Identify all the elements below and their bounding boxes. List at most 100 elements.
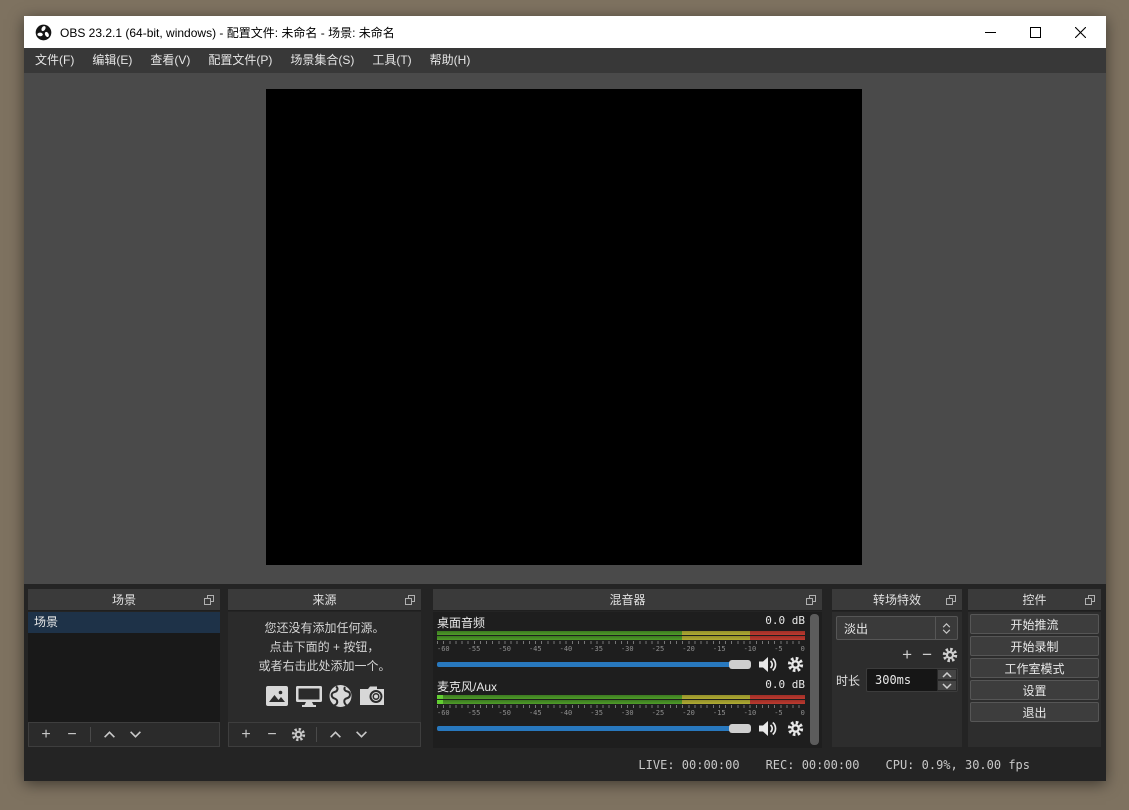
duration-spinbox[interactable]: 300ms	[866, 668, 958, 692]
mixer-panel: 混音器 桌面音频 0.0 dB -60-55-50-45-40-35-30-25…	[433, 589, 822, 748]
sources-empty-area[interactable]: 您还没有添加任何源。 点击下面的 + 按钮， 或者右击此处添加一个。	[228, 612, 421, 722]
duration-label: 时长	[836, 672, 866, 689]
maximize-button[interactable]	[1013, 16, 1058, 48]
add-scene-button[interactable]: +	[34, 724, 58, 746]
obs-window: OBS 23.2.1 (64-bit, windows) - 配置文件: 未命名…	[24, 16, 1106, 781]
duration-value[interactable]: 300ms	[867, 673, 937, 687]
menu-file[interactable]: 文件(F)	[26, 48, 83, 73]
scenes-list[interactable]: 场景	[28, 612, 220, 722]
mixer-panel-header[interactable]: 混音器	[433, 589, 822, 611]
move-scene-up-button[interactable]	[97, 724, 121, 746]
add-source-button[interactable]: +	[234, 724, 258, 746]
volume-slider[interactable]	[437, 724, 751, 733]
combo-arrows-icon[interactable]	[935, 617, 957, 639]
scenes-panel: 场景 场景 + −	[28, 589, 220, 747]
mixer-channel-desktop-audio: 桌面音频 0.0 dB -60-55-50-45-40-35-30-25-20-…	[437, 614, 805, 674]
remove-source-button[interactable]: −	[260, 724, 284, 746]
transitions-panel-header[interactable]: 转场特效	[832, 589, 962, 611]
preview-canvas[interactable]	[266, 89, 862, 565]
channel-name: 桌面音频	[437, 614, 485, 630]
transition-select[interactable]: 淡出	[836, 616, 958, 640]
gear-icon[interactable]	[787, 720, 807, 737]
scenes-panel-header[interactable]: 场景	[28, 589, 220, 611]
scenes-panel-title: 场景	[112, 591, 136, 608]
sources-panel-header[interactable]: 来源	[228, 589, 421, 611]
toolbar-separator	[316, 727, 317, 742]
speaker-icon[interactable]	[758, 656, 778, 673]
obs-logo-icon	[35, 24, 52, 41]
add-transition-button[interactable]: +	[902, 645, 912, 665]
start-recording-button[interactable]: 开始录制	[970, 636, 1099, 656]
status-bar: LIVE: 00:00:00 REC: 00:00:00 CPU: 0.9%, …	[24, 755, 1106, 775]
move-source-up-button[interactable]	[323, 724, 347, 746]
duration-decrease-button[interactable]	[937, 680, 957, 691]
meter-scale-tick: -25	[652, 709, 665, 717]
meter-scale: -60-55-50-45-40-35-30-25-20-15-10-50	[437, 645, 805, 653]
meter-scale-tick: -10	[744, 645, 757, 653]
gear-icon[interactable]	[787, 656, 807, 673]
float-dock-icon[interactable]	[405, 595, 415, 605]
image-source-icon	[263, 683, 291, 709]
float-dock-icon[interactable]	[204, 595, 214, 605]
channel-db-value: 0.0 dB	[765, 678, 805, 694]
menu-scene-collection[interactable]: 场景集合(S)	[281, 48, 363, 73]
volume-slider-handle[interactable]	[729, 660, 751, 669]
transition-properties-gear-icon[interactable]	[942, 647, 958, 663]
close-button[interactable]	[1058, 16, 1103, 48]
globe-source-icon	[327, 683, 354, 709]
live-time: LIVE: 00:00:00	[638, 758, 739, 772]
remove-scene-button[interactable]: −	[60, 724, 84, 746]
menu-help[interactable]: 帮助(H)	[421, 48, 480, 73]
scene-list-item[interactable]: 场景	[28, 612, 220, 633]
meter-scale-tick: -25	[652, 645, 665, 653]
meter-scale-tick: -45	[529, 709, 542, 717]
title-bar[interactable]: OBS 23.2.1 (64-bit, windows) - 配置文件: 未命名…	[24, 16, 1106, 48]
transitions-panel-title: 转场特效	[873, 591, 921, 608]
settings-button[interactable]: 设置	[970, 680, 1099, 700]
meter-scale-tick: -10	[744, 709, 757, 717]
mixer-body: 桌面音频 0.0 dB -60-55-50-45-40-35-30-25-20-…	[433, 612, 822, 748]
sources-empty-line: 或者右击此处添加一个。	[228, 657, 421, 676]
window-title: OBS 23.2.1 (64-bit, windows) - 配置文件: 未命名…	[60, 24, 395, 41]
mixer-panel-title: 混音器	[609, 591, 645, 608]
mixer-scrollbar[interactable]	[810, 614, 819, 745]
volume-slider-track[interactable]	[437, 662, 751, 667]
menu-tools[interactable]: 工具(T)	[363, 48, 420, 73]
start-streaming-button[interactable]: 开始推流	[970, 614, 1099, 634]
meter-scale: -60-55-50-45-40-35-30-25-20-15-10-50	[437, 709, 805, 717]
meter-scale-tick: -30	[621, 645, 634, 653]
menu-view[interactable]: 查看(V)	[141, 48, 199, 73]
rec-time: REC: 00:00:00	[766, 758, 860, 772]
duration-increase-button[interactable]	[937, 669, 957, 680]
menu-bar: 文件(F) 编辑(E) 查看(V) 配置文件(P) 场景集合(S) 工具(T) …	[24, 48, 1106, 73]
controls-panel-header[interactable]: 控件	[968, 589, 1101, 611]
float-dock-icon[interactable]	[806, 595, 816, 605]
sources-empty-line: 点击下面的 + 按钮，	[228, 638, 421, 657]
volume-slider-track[interactable]	[437, 726, 751, 731]
remove-transition-button[interactable]: −	[922, 645, 932, 665]
speaker-icon[interactable]	[758, 720, 778, 737]
channel-name: 麦克风/Aux	[437, 678, 497, 694]
move-scene-down-button[interactable]	[123, 724, 147, 746]
sources-toolbar: + −	[228, 722, 421, 747]
volume-slider[interactable]	[437, 660, 751, 669]
meter-scale-tick: -20	[682, 645, 695, 653]
toolbar-separator	[90, 727, 91, 742]
transitions-body: 淡出 + − 时长 300ms	[832, 612, 962, 747]
minimize-button[interactable]	[968, 16, 1013, 48]
studio-mode-button[interactable]: 工作室模式	[970, 658, 1099, 678]
window-controls	[968, 16, 1103, 48]
menu-edit[interactable]: 编辑(E)	[83, 48, 141, 73]
move-source-down-button[interactable]	[349, 724, 373, 746]
meter-scale-tick: -40	[560, 645, 573, 653]
source-properties-gear-icon[interactable]	[286, 724, 310, 746]
mixer-scrollbar-thumb[interactable]	[810, 614, 819, 745]
sources-panel-title: 来源	[312, 591, 336, 608]
meter-scale-tick: -5	[774, 709, 782, 717]
float-dock-icon[interactable]	[1085, 595, 1095, 605]
volume-slider-handle[interactable]	[729, 724, 751, 733]
menu-profile[interactable]: 配置文件(P)	[199, 48, 281, 73]
meter-scale-tick: -55	[468, 709, 481, 717]
float-dock-icon[interactable]	[946, 595, 956, 605]
exit-button[interactable]: 退出	[970, 702, 1099, 722]
